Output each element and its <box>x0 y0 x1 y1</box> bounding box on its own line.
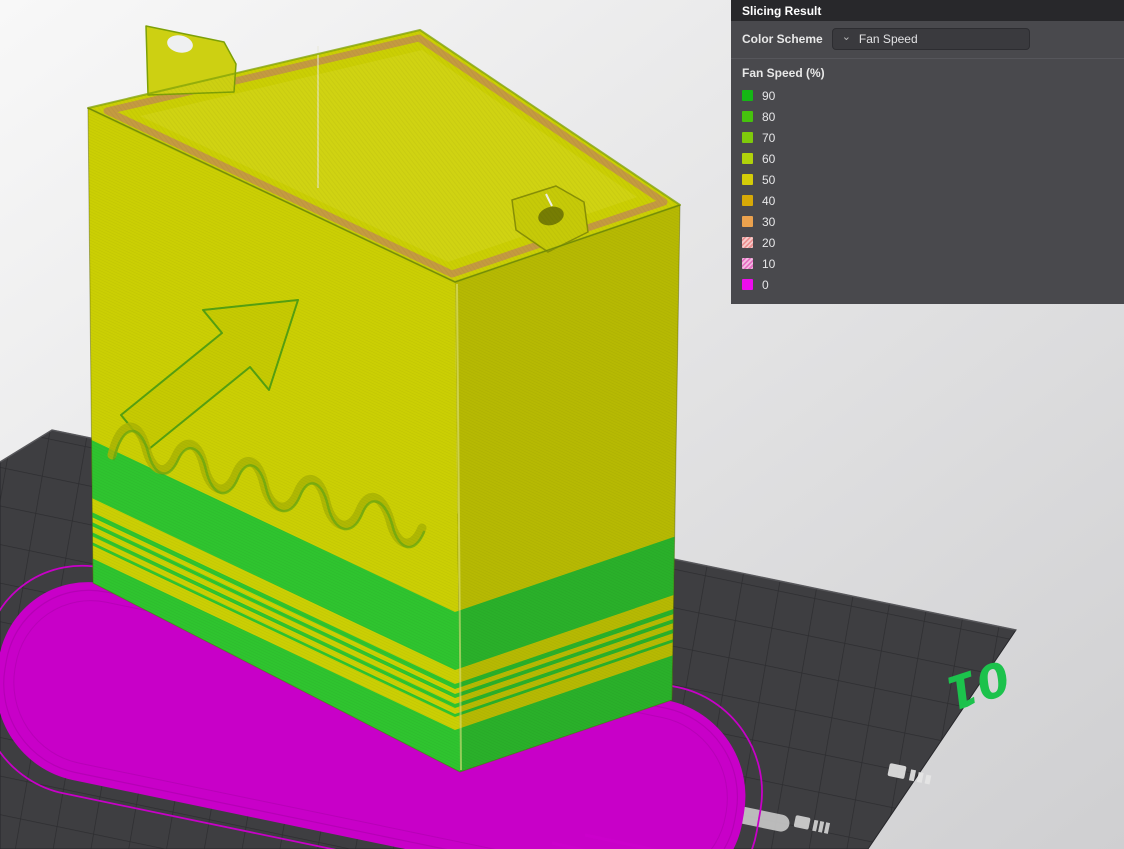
legend-color-swatch <box>742 237 753 248</box>
legend-color-swatch <box>742 153 753 164</box>
legend-row: 60 <box>742 148 1113 169</box>
legend-row: 10 <box>742 253 1113 274</box>
color-scheme-value: Fan Speed <box>858 32 918 46</box>
legend-value: 60 <box>762 151 776 166</box>
panel-title: Slicing Result <box>742 3 822 18</box>
legend-value: 70 <box>762 130 776 145</box>
legend-color-swatch <box>742 279 753 290</box>
legend-row: 80 <box>742 106 1113 127</box>
panel-header: Slicing Result <box>731 0 1124 21</box>
legend-row: 50 <box>742 169 1113 190</box>
legend-color-swatch <box>742 195 753 206</box>
legend-title: Fan Speed (%) <box>742 66 825 80</box>
chevron-down-icon: ⌄ <box>841 31 851 43</box>
legend-value: 10 <box>762 256 776 271</box>
color-scheme-dropdown[interactable]: ⌄ Fan Speed <box>831 28 1030 50</box>
fan-speed-legend: 90 80 70 60 50 40 30 20 10 0 <box>731 83 1124 304</box>
legend-row: 0 <box>742 274 1113 295</box>
legend-color-swatch <box>742 174 753 185</box>
legend-row: 30 <box>742 211 1113 232</box>
legend-row: 20 <box>742 232 1113 253</box>
legend-value: 40 <box>762 193 776 208</box>
legend-value: 20 <box>762 235 776 250</box>
slicing-result-panel: Slicing Result Color Scheme ⌄ Fan Speed … <box>731 0 1124 304</box>
legend-row: 90 <box>742 85 1113 106</box>
color-scheme-row: Color Scheme ⌄ Fan Speed <box>731 21 1124 59</box>
legend-color-swatch <box>742 132 753 143</box>
legend-color-swatch <box>742 258 753 269</box>
legend-value: 0 <box>762 277 769 292</box>
legend-value: 50 <box>762 172 776 187</box>
legend-color-swatch <box>742 90 753 101</box>
legend-value: 80 <box>762 109 776 124</box>
legend-color-swatch <box>742 216 753 227</box>
color-scheme-label: Color Scheme <box>742 32 823 46</box>
legend-value: 30 <box>762 214 776 229</box>
legend-value: 90 <box>762 88 776 103</box>
legend-row: 40 <box>742 190 1113 211</box>
legend-color-swatch <box>742 111 753 122</box>
legend-row: 70 <box>742 127 1113 148</box>
